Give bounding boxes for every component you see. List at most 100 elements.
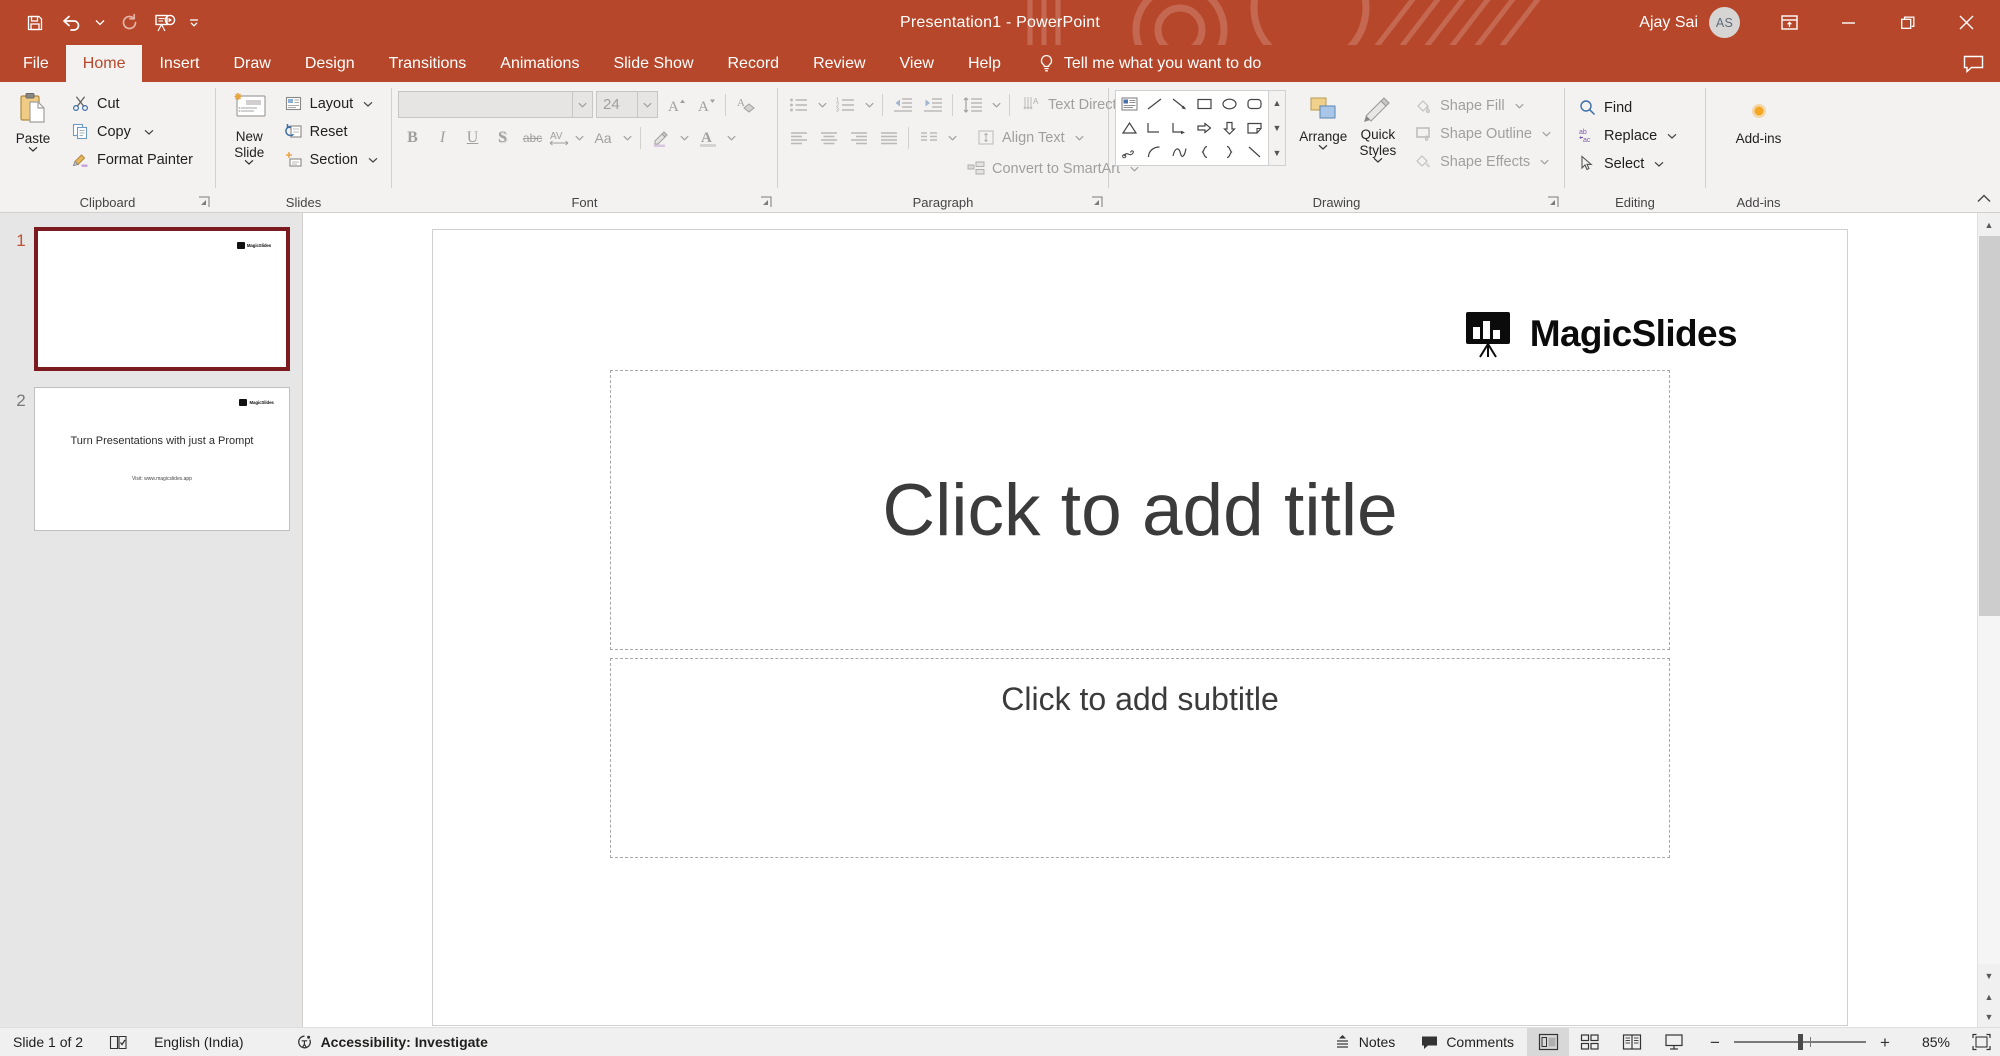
tab-transitions[interactable]: Transitions <box>372 45 484 82</box>
character-spacing-chevron-down-icon[interactable] <box>571 123 587 152</box>
underline-button[interactable]: U <box>458 123 487 152</box>
select-button[interactable]: Select <box>1571 150 1684 177</box>
shapes-gallery-scrollbar[interactable]: ▲ ▼ ▼ <box>1269 90 1286 166</box>
shape-arc-icon[interactable] <box>1142 140 1167 164</box>
tab-help[interactable]: Help <box>951 45 1018 82</box>
align-right-icon[interactable] <box>844 123 873 152</box>
tab-record[interactable]: Record <box>711 45 797 82</box>
font-color-chevron-down-icon[interactable] <box>723 123 739 152</box>
strikethrough-button[interactable]: abc <box>518 123 547 152</box>
normal-view-button[interactable] <box>1527 1028 1569 1056</box>
bullets-chevron-down-icon[interactable] <box>814 90 830 119</box>
ribbon-display-options-icon[interactable] <box>1760 0 1819 45</box>
columns-icon[interactable] <box>914 123 943 152</box>
change-case-button[interactable]: Aa <box>588 123 618 152</box>
tab-review[interactable]: Review <box>796 45 882 82</box>
bold-button[interactable]: B <box>398 123 427 152</box>
text-highlight-color-icon[interactable] <box>646 123 675 152</box>
subtitle-placeholder[interactable]: Click to add subtitle <box>610 658 1670 858</box>
shape-folded-corner-icon[interactable] <box>1242 116 1267 140</box>
slide-thumbnail-2[interactable]: MagicSlides Turn Presentations with just… <box>34 387 290 531</box>
zoom-level-label[interactable]: 85% <box>1904 1034 1950 1050</box>
tab-slide-show[interactable]: Slide Show <box>596 45 710 82</box>
justify-icon[interactable] <box>874 123 903 152</box>
numbering-icon[interactable]: 123 <box>831 90 860 119</box>
line-spacing-chevron-down-icon[interactable] <box>988 90 1004 119</box>
format-painter-button[interactable]: Format Painter <box>64 146 200 173</box>
customize-quick-access-toolbar-icon[interactable] <box>184 7 204 39</box>
paste-chevron-down-icon[interactable] <box>28 146 38 152</box>
shape-oval-icon[interactable] <box>1217 92 1242 116</box>
shape-diagonal-line-icon[interactable] <box>1242 140 1267 164</box>
shape-textbox-icon[interactable] <box>1117 92 1142 116</box>
increase-indent-icon[interactable] <box>918 90 947 119</box>
minimize-icon[interactable] <box>1819 0 1878 45</box>
shape-line-arrow-icon[interactable] <box>1167 92 1192 116</box>
zoom-out-button[interactable]: − <box>1707 1034 1723 1051</box>
decrease-font-size-icon[interactable]: A <box>691 90 720 119</box>
zoom-slider-handle[interactable] <box>1798 1034 1803 1050</box>
language-button[interactable]: English (India) <box>141 1028 257 1056</box>
font-size-box[interactable]: 24 <box>596 91 658 118</box>
bullets-icon[interactable] <box>784 90 813 119</box>
avatar[interactable]: AS <box>1709 7 1740 38</box>
shapes-scroll-down-icon[interactable]: ▼ <box>1269 116 1285 141</box>
shape-curve-icon[interactable] <box>1167 140 1192 164</box>
shape-fill-chevron-down-icon[interactable] <box>1514 103 1524 109</box>
cut-button[interactable]: Cut <box>64 90 200 117</box>
section-button[interactable]: Section <box>277 146 385 173</box>
undo-dropdown-chevron-down-icon[interactable] <box>90 7 110 39</box>
scroll-down-icon[interactable]: ▼ <box>1977 964 2000 987</box>
font-dialog-launcher-icon[interactable] <box>760 196 773 209</box>
paragraph-dialog-launcher-icon[interactable] <box>1091 196 1104 209</box>
account-info[interactable]: Ajay Sai AS <box>1639 7 1740 38</box>
slide-thumbnail-1[interactable]: MagicSlides <box>34 227 290 371</box>
vertical-scrollbar[interactable]: ▲ ▼ ▲ ▼ <box>1977 213 2000 1027</box>
tab-insert[interactable]: Insert <box>142 45 216 82</box>
add-ins-button[interactable]: Add-ins <box>1717 98 1801 147</box>
shape-triangle-icon[interactable] <box>1117 116 1142 140</box>
tab-animations[interactable]: Animations <box>483 45 596 82</box>
font-size-chevron-down-icon[interactable] <box>637 92 657 117</box>
shapes-gallery[interactable]: ▲ ▼ ▼ <box>1115 90 1286 166</box>
start-from-beginning-icon[interactable] <box>148 7 182 39</box>
clipboard-dialog-launcher-icon[interactable] <box>198 196 211 209</box>
paste-button[interactable]: Paste <box>6 88 60 152</box>
accessibility-button[interactable]: Accessibility: Investigate <box>257 1028 501 1056</box>
shape-effects-button[interactable]: Shape Effects <box>1407 148 1558 175</box>
align-left-icon[interactable] <box>784 123 813 152</box>
line-spacing-icon[interactable] <box>958 90 987 119</box>
shape-line-icon[interactable] <box>1142 92 1167 116</box>
replace-chevron-down-icon[interactable] <box>1667 133 1677 139</box>
shape-right-brace-icon[interactable] <box>1217 140 1242 164</box>
shapes-scroll-up-icon[interactable]: ▲ <box>1269 91 1285 116</box>
italic-button[interactable]: I <box>428 123 457 152</box>
shape-elbow-arrow-connector-icon[interactable] <box>1167 116 1192 140</box>
slide-canvas[interactable]: MagicSlides Click to add title Click to … <box>432 229 1848 1026</box>
shape-effects-chevron-down-icon[interactable] <box>1540 159 1549 165</box>
increase-font-size-icon[interactable]: A <box>661 90 690 119</box>
shape-outline-chevron-down-icon[interactable] <box>1542 131 1551 137</box>
tab-design[interactable]: Design <box>288 45 372 82</box>
next-slide-icon[interactable]: ▼ <box>1977 1007 2000 1027</box>
clear-formatting-icon[interactable]: A <box>731 90 760 119</box>
comments-button[interactable]: Comments <box>1408 1028 1527 1056</box>
decrease-indent-icon[interactable] <box>888 90 917 119</box>
shape-elbow-connector-icon[interactable] <box>1142 116 1167 140</box>
find-button[interactable]: Find <box>1571 94 1684 121</box>
save-icon[interactable] <box>18 7 52 39</box>
slide-sorter-view-button[interactable] <box>1569 1028 1611 1056</box>
tab-home[interactable]: Home <box>65 45 143 82</box>
tab-file[interactable]: File <box>6 45 66 82</box>
font-color-icon[interactable]: A <box>693 123 722 152</box>
previous-slide-icon[interactable]: ▲ <box>1977 987 2000 1007</box>
quick-styles-chevron-down-icon[interactable] <box>1373 157 1383 163</box>
zoom-slider[interactable] <box>1734 1034 1866 1050</box>
reading-view-button[interactable] <box>1611 1028 1653 1056</box>
scroll-up-icon[interactable]: ▲ <box>1977 213 2000 236</box>
numbering-chevron-down-icon[interactable] <box>861 90 877 119</box>
tell-me-search[interactable]: Tell me what you want to do <box>1018 45 1277 82</box>
font-name-box[interactable] <box>398 91 593 118</box>
copy-chevron-down-icon[interactable] <box>144 129 154 135</box>
undo-icon[interactable] <box>54 7 88 39</box>
